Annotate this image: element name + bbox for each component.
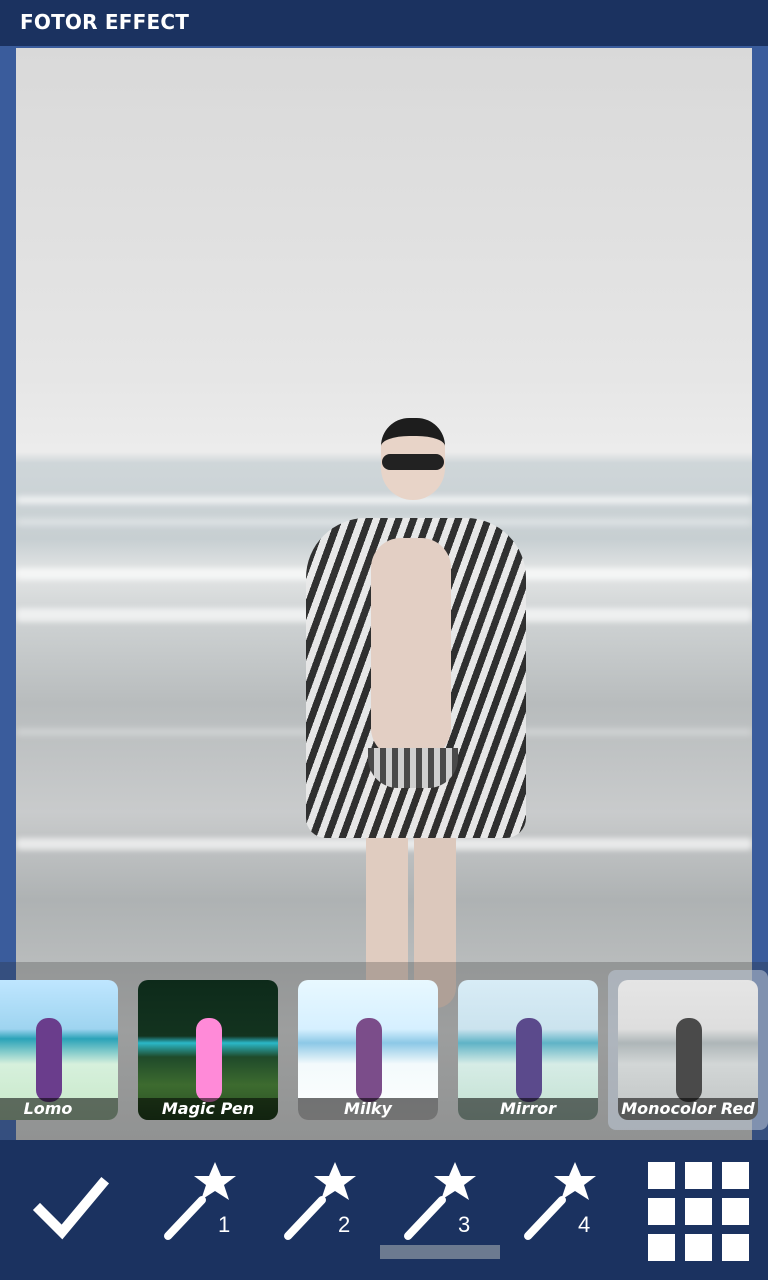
filter-label: Mirror bbox=[458, 1098, 598, 1120]
filter-label: Lomo bbox=[0, 1098, 118, 1120]
effect-slot-2-button[interactable]: 2 bbox=[270, 1140, 390, 1280]
magic-wand-icon bbox=[404, 1162, 476, 1240]
effect-slot-number: 3 bbox=[458, 1212, 471, 1237]
magic-wand-icon bbox=[164, 1162, 236, 1240]
grid-menu-button[interactable] bbox=[638, 1140, 758, 1280]
filter-thumb-mirror[interactable]: Mirror bbox=[458, 980, 598, 1120]
effect-slot-4-button[interactable]: 4 bbox=[510, 1140, 630, 1280]
magic-wand-icon bbox=[284, 1162, 356, 1240]
effect-slot-1-button[interactable]: 1 bbox=[150, 1140, 270, 1280]
effect-slot-number: 4 bbox=[578, 1212, 591, 1237]
filter-strip[interactable]: Lomo Magic Pen Milky Mirror Monocolor Re… bbox=[0, 962, 768, 1140]
bottom-toolbar: 1 2 3 4 bbox=[0, 1140, 768, 1280]
filter-label: Magic Pen bbox=[138, 1098, 278, 1120]
filter-thumb-lomo[interactable]: Lomo bbox=[0, 980, 118, 1120]
title-bar: FOTOR EFFECT bbox=[0, 0, 768, 46]
effect-slot-number: 2 bbox=[338, 1212, 351, 1237]
filter-thumb-milky[interactable]: Milky bbox=[298, 980, 438, 1120]
checkmark-icon bbox=[32, 1176, 110, 1240]
filter-thumb-magic-pen[interactable]: Magic Pen bbox=[138, 980, 278, 1120]
filter-label: Milky bbox=[298, 1098, 438, 1120]
filter-thumb-monocolor-red[interactable]: Monocolor Red bbox=[618, 980, 758, 1120]
active-slot-indicator bbox=[380, 1245, 500, 1259]
photo-subject bbox=[286, 418, 526, 1018]
app-title: FOTOR EFFECT bbox=[20, 10, 190, 34]
effect-slot-number: 1 bbox=[218, 1212, 231, 1237]
effect-slot-3-button[interactable]: 3 bbox=[390, 1140, 510, 1280]
magic-wand-icon bbox=[524, 1162, 596, 1240]
grid-icon bbox=[648, 1162, 749, 1261]
confirm-button[interactable] bbox=[10, 1140, 130, 1280]
filter-label: Monocolor Red bbox=[618, 1098, 758, 1120]
